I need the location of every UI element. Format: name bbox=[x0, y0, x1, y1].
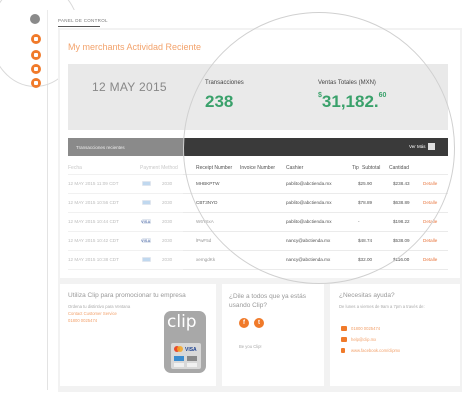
tab-panel-de-control[interactable]: PANEL DE CONTROL bbox=[58, 18, 108, 23]
row-receipt: xemgdKk bbox=[196, 257, 216, 262]
promo-title: Utiliza Clip para promocionar tu empresa bbox=[68, 292, 186, 299]
social-title: ¿Dile a todos que ya estás usando Clip? bbox=[229, 293, 306, 309]
help-card bbox=[330, 284, 460, 386]
dashboard-icon[interactable] bbox=[31, 34, 41, 44]
active-tab-underline bbox=[58, 26, 100, 27]
table-title: Transacciones recientes bbox=[76, 145, 125, 150]
visa-label: VISA bbox=[185, 347, 197, 353]
clip-logo-icon[interactable] bbox=[30, 14, 40, 24]
summary-date: 12 MAY 2015 bbox=[92, 80, 167, 94]
facebook-icon[interactable]: f bbox=[239, 318, 249, 328]
row-receipt: lPwF5d bbox=[196, 238, 212, 243]
promo-subtitle: Ordena tu distintivo para Ventana bbox=[68, 304, 131, 309]
row-details-link[interactable]: Detalle bbox=[423, 257, 437, 262]
phone-icon bbox=[341, 326, 347, 331]
help-email[interactable]: help@clip.mx bbox=[351, 337, 376, 342]
promo-contact-link[interactable]: Contact Customer Service bbox=[68, 311, 117, 316]
row-details-link[interactable]: Detalle bbox=[423, 238, 437, 243]
page-title: My merchants Actividad Reciente bbox=[68, 42, 202, 52]
clip-sticker-logo: clip bbox=[167, 312, 197, 332]
magnifier-lens bbox=[183, 12, 455, 284]
help-hours: De lunes a viernes de 9am a 7pm a través… bbox=[339, 304, 425, 309]
facebook-small-icon bbox=[341, 348, 345, 353]
out-of-focus-overlay bbox=[60, 156, 183, 274]
users-icon[interactable] bbox=[31, 50, 41, 60]
social-footer: Be you Clip! bbox=[239, 344, 262, 349]
help-title: ¿Necesitas ayuda? bbox=[339, 292, 395, 299]
help-facebook[interactable]: www.facebook.com/clipmx bbox=[351, 348, 400, 353]
store-icon[interactable] bbox=[31, 78, 41, 88]
email-icon bbox=[341, 337, 347, 342]
card-brands-graphic: VISA bbox=[171, 343, 201, 369]
twitter-icon[interactable]: t bbox=[254, 318, 264, 328]
help-phone[interactable]: 01800 0025474 bbox=[351, 326, 380, 331]
promo-phone[interactable]: 01800 0025474 bbox=[68, 318, 97, 323]
reports-icon[interactable] bbox=[31, 64, 41, 74]
